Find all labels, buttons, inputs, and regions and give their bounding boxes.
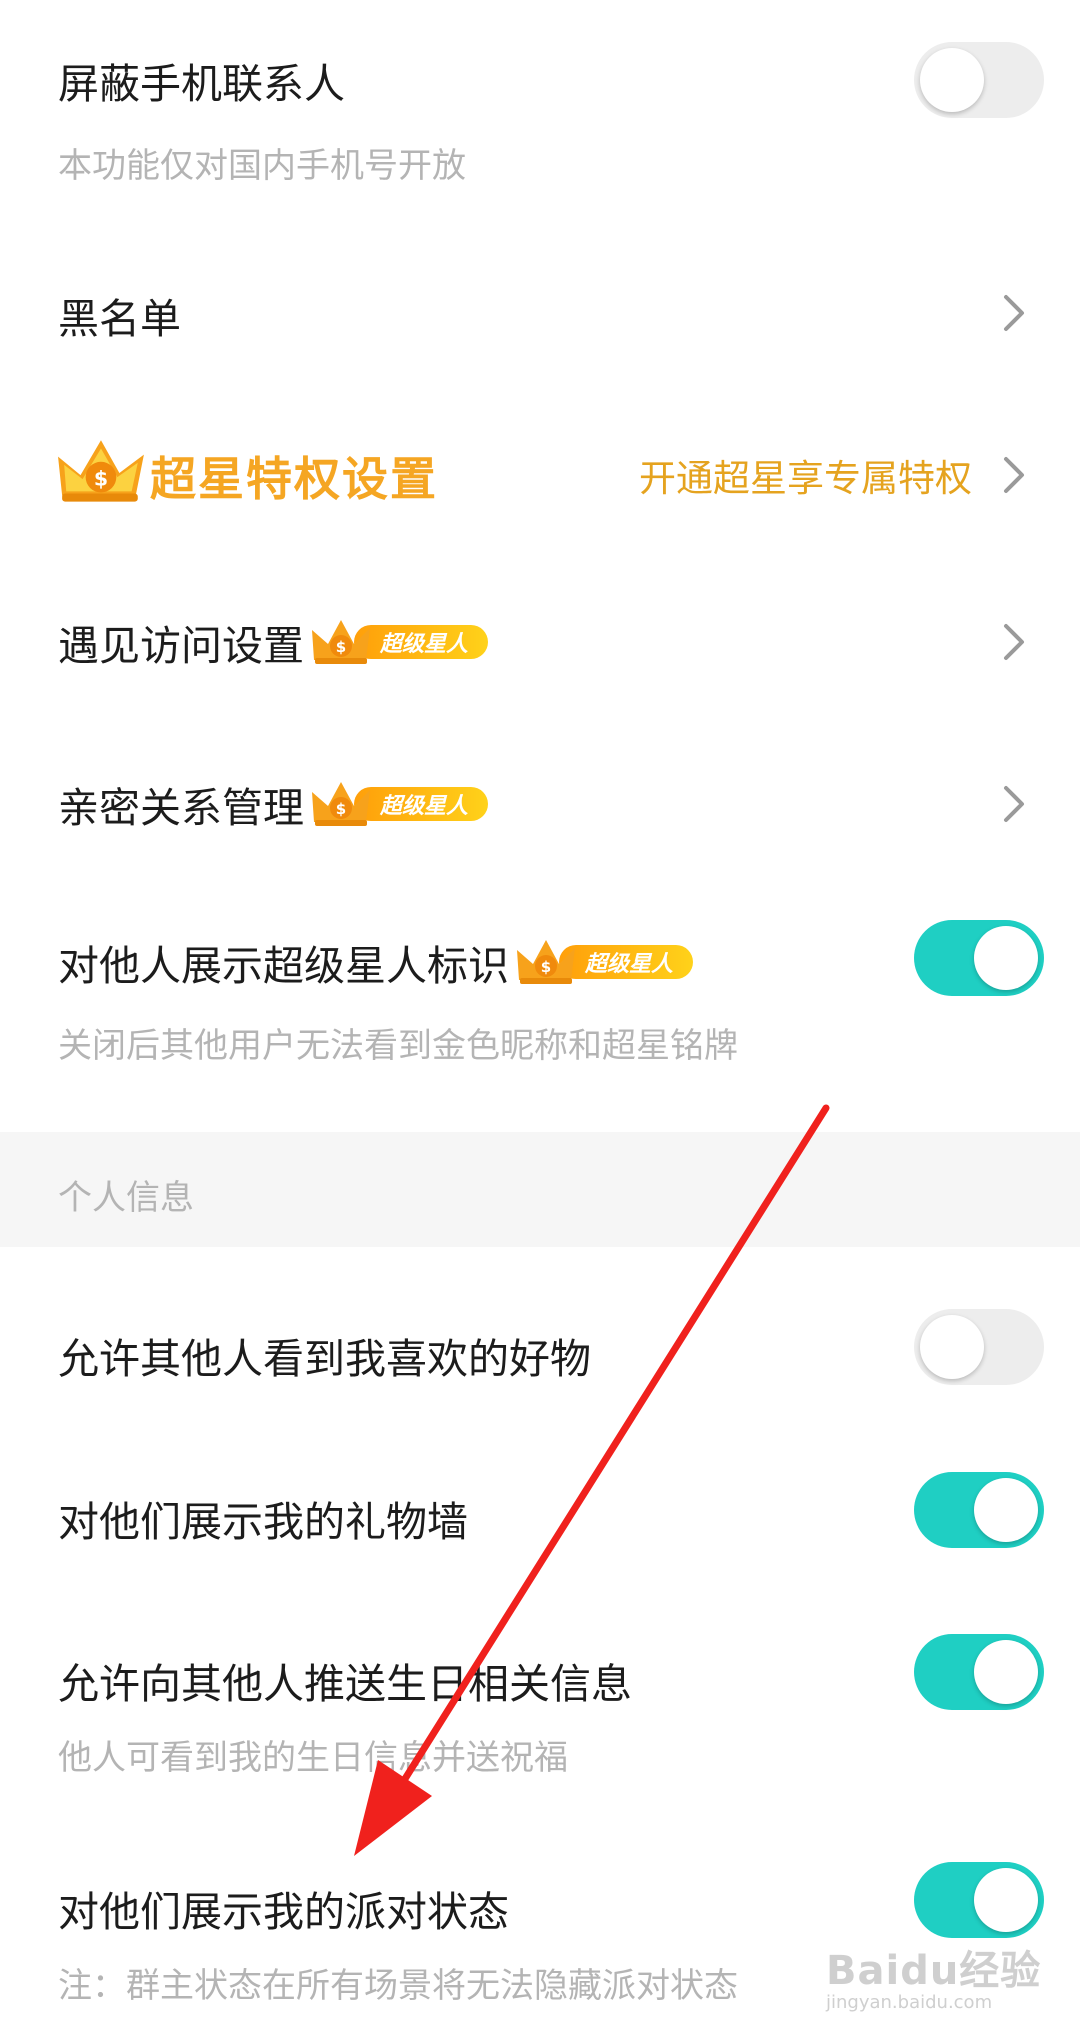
svg-text:$: $	[541, 958, 551, 976]
chevron-right-icon	[1004, 295, 1024, 331]
vip-crown-icon: $	[58, 440, 144, 502]
svg-text:$: $	[336, 800, 346, 818]
superstar-badge-label: 超级星人	[354, 787, 489, 821]
toggle-knob	[920, 48, 984, 112]
baidu-watermark: Baidu经验 jingyan.baidu.com	[826, 1938, 1041, 2013]
gift-wall-toggle[interactable]	[914, 1472, 1044, 1548]
svg-text:$: $	[94, 466, 108, 490]
crown-icon: $	[312, 620, 370, 664]
row-goods: 允许其他人看到我喜欢的好物	[0, 1295, 1080, 1405]
crown-icon: $	[312, 782, 370, 826]
watermark-url: jingyan.baidu.com	[826, 1992, 993, 2013]
block-contacts-title: 屏蔽手机联系人	[58, 60, 345, 108]
vip-settings-title: 超星特权设置	[150, 452, 438, 506]
section-header-personal-info: 个人信息	[58, 1178, 194, 1218]
row-birthday: 允许向其他人推送生日相关信息 他人可看到我的生日信息并送祝福	[0, 1620, 1080, 1780]
party-toggle[interactable]	[914, 1862, 1044, 1938]
chevron-right-icon	[1004, 786, 1024, 822]
row-blacklist[interactable]: 黑名单	[0, 255, 1080, 365]
row-show-superstar: 对他人展示超级星人标识 $ 超级星人 关闭后其他用户无法看到金色昵称和超星铭牌	[0, 910, 1080, 1070]
block-contacts-toggle[interactable]	[914, 42, 1044, 118]
encounter-visit-label: 遇见访问设置	[58, 622, 304, 670]
superstar-badge-label: 超级星人	[354, 625, 489, 659]
crown-icon: $	[517, 940, 575, 984]
birthday-subtitle: 他人可看到我的生日信息并送祝福	[58, 1738, 568, 1778]
superstar-badge-label: 超级星人	[559, 945, 694, 979]
row-intimacy[interactable]: 亲密关系管理 $ 超级星人	[0, 752, 1080, 852]
row-gift-wall: 对他们展示我的礼物墙	[0, 1458, 1080, 1568]
party-title: 对他们展示我的派对状态	[58, 1888, 509, 1936]
toggle-knob	[974, 1478, 1038, 1542]
birthday-toggle[interactable]	[914, 1634, 1044, 1710]
chevron-right-icon	[1004, 457, 1024, 493]
row-encounter-visit[interactable]: 遇见访问设置 $ 超级星人	[0, 590, 1080, 690]
intimacy-label: 亲密关系管理	[58, 784, 304, 832]
superstar-badge: $ 超级星人	[310, 780, 489, 828]
show-superstar-title: 对他人展示超级星人标识 $ 超级星人	[58, 932, 694, 992]
goods-toggle[interactable]	[914, 1309, 1044, 1385]
vip-settings-link[interactable]: 开通超星享专属特权	[639, 448, 972, 502]
party-subtitle: 注：群主状态在所有场景将无法隐藏派对状态	[58, 1966, 738, 2006]
gift-wall-title: 对他们展示我的礼物墙	[58, 1498, 468, 1546]
svg-text:$: $	[336, 638, 346, 656]
row-block-contacts: 屏蔽手机联系人 本功能仅对国内手机号开放	[0, 0, 1080, 186]
superstar-badge: $ 超级星人	[515, 938, 694, 986]
toggle-knob	[974, 1640, 1038, 1704]
show-superstar-toggle[interactable]	[914, 920, 1044, 996]
superstar-badge: $ 超级星人	[310, 618, 489, 666]
goods-title: 允许其他人看到我喜欢的好物	[58, 1335, 591, 1383]
blacklist-title: 黑名单	[58, 295, 181, 343]
encounter-visit-title: 遇见访问设置 $ 超级星人	[58, 612, 489, 672]
chevron-right-icon	[1004, 624, 1024, 660]
show-superstar-subtitle: 关闭后其他用户无法看到金色昵称和超星铭牌	[58, 1026, 738, 1066]
toggle-knob	[974, 1868, 1038, 1932]
birthday-title: 允许向其他人推送生日相关信息	[58, 1660, 632, 1708]
show-superstar-label: 对他人展示超级星人标识	[58, 942, 509, 990]
watermark-brand: Baidu经验	[826, 1948, 1042, 1994]
block-contacts-subtitle: 本功能仅对国内手机号开放	[58, 146, 466, 186]
intimacy-title: 亲密关系管理 $ 超级星人	[58, 774, 489, 834]
toggle-knob	[974, 926, 1038, 990]
toggle-knob	[920, 1315, 984, 1379]
